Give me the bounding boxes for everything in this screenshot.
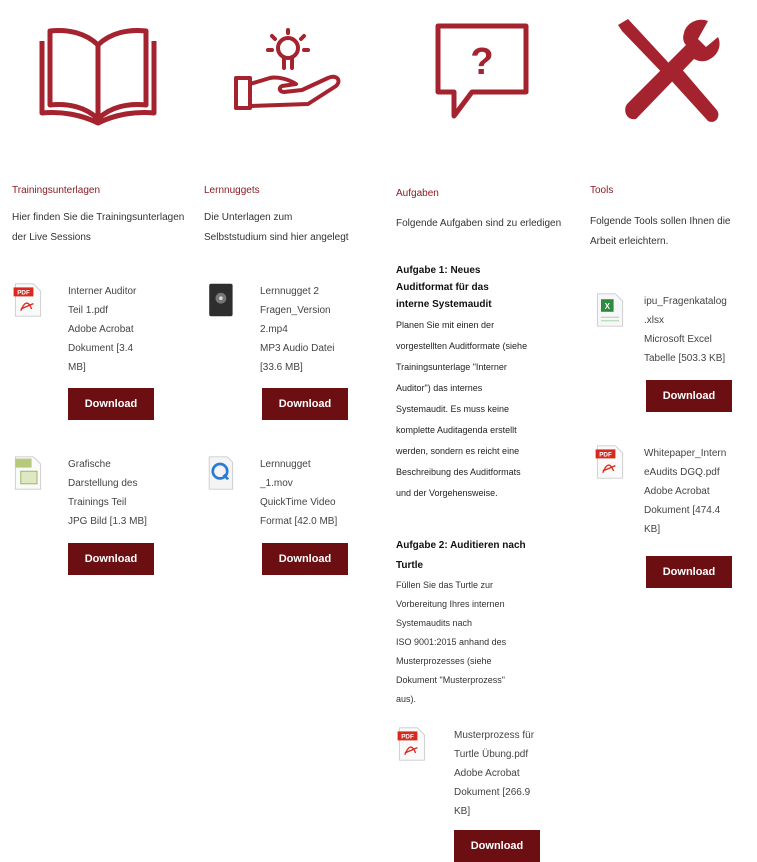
column-heading: Aufgaben bbox=[396, 188, 439, 199]
svg-text:PDF: PDF bbox=[17, 290, 30, 297]
column-intro: Die Unterlagen zum Selbststudium sind hi… bbox=[204, 212, 349, 243]
download-button[interactable]: Download bbox=[646, 556, 732, 588]
question-bubble-icon: ? bbox=[435, 23, 529, 119]
file-description: Musterprozess für Turtle Übung.pdf Adobe A… bbox=[454, 730, 535, 817]
download-button[interactable]: Download bbox=[262, 543, 348, 575]
hand-lightbulb-icon bbox=[234, 28, 341, 110]
task-title: Aufgabe 2: Auditieren nach Turtle bbox=[396, 540, 526, 571]
download-button[interactable]: Download bbox=[68, 543, 154, 575]
tools-icon bbox=[618, 19, 720, 122]
open-book-icon bbox=[39, 28, 157, 126]
download-button[interactable]: Download bbox=[454, 830, 540, 862]
task-title: Aufgabe 1: Neues Auditformat für das inter… bbox=[396, 265, 492, 310]
download-button[interactable]: Download bbox=[646, 380, 732, 412]
pdf-file-icon: PDF bbox=[397, 727, 426, 761]
task-1: Aufgabe 1: Neues Auditformat für das inter… bbox=[396, 262, 576, 504]
column-heading: Tools bbox=[590, 185, 614, 196]
download-button[interactable]: Download bbox=[262, 388, 348, 420]
quicktime-file-icon bbox=[208, 456, 234, 490]
task-2: Aufgabe 2: Auditieren nach Turtle Füllen … bbox=[396, 536, 576, 709]
task-description: Planen Sie mit einen der vorgestellten Au… bbox=[396, 320, 528, 498]
svg-text:?: ? bbox=[470, 41, 493, 83]
column-intro: Folgende Aufgaben sind zu erledigen bbox=[396, 218, 562, 229]
column-intro: Folgende Tools sollen Ihnen die Arbeit e… bbox=[590, 216, 731, 247]
svg-text:X: X bbox=[605, 302, 611, 311]
file-description: Whitepaper_Intern eAudits DGQ.pdf Adobe Ac… bbox=[644, 448, 727, 535]
file-description: Grafische Darstellung des Trainings Teil JP… bbox=[68, 459, 147, 527]
pdf-file-icon: PDF bbox=[595, 445, 624, 479]
task-description: Füllen Sie das Turtle zur Vorbereitung Ih… bbox=[396, 580, 507, 704]
file-description: ipu_Fragenkatalog .xlsx Microsoft Excel Tab… bbox=[644, 296, 727, 364]
column-heading: Lernnuggets bbox=[204, 185, 260, 196]
audio-file-icon bbox=[209, 283, 233, 317]
pdf-file-icon: PDF bbox=[13, 283, 42, 317]
svg-text:PDF: PDF bbox=[599, 452, 612, 459]
file-description: Lernnugget 2 Fragen_Version 2.mp4 MP3 Audio… bbox=[260, 286, 335, 373]
column-heading: Trainingsunterlagen bbox=[12, 185, 101, 196]
download-button[interactable]: Download bbox=[68, 388, 154, 420]
file-description: Interner Auditor Teil 1.pdf Adobe Acrobat D… bbox=[68, 286, 137, 373]
svg-text:PDF: PDF bbox=[401, 734, 414, 741]
column-intro: Hier finden Sie die Trainingsunterlagen … bbox=[12, 212, 185, 243]
file-description: Lernnugget _1.mov QuickTime Video Format [4… bbox=[260, 459, 338, 527]
excel-file-icon: X bbox=[596, 293, 624, 327]
image-file-icon bbox=[14, 456, 42, 490]
